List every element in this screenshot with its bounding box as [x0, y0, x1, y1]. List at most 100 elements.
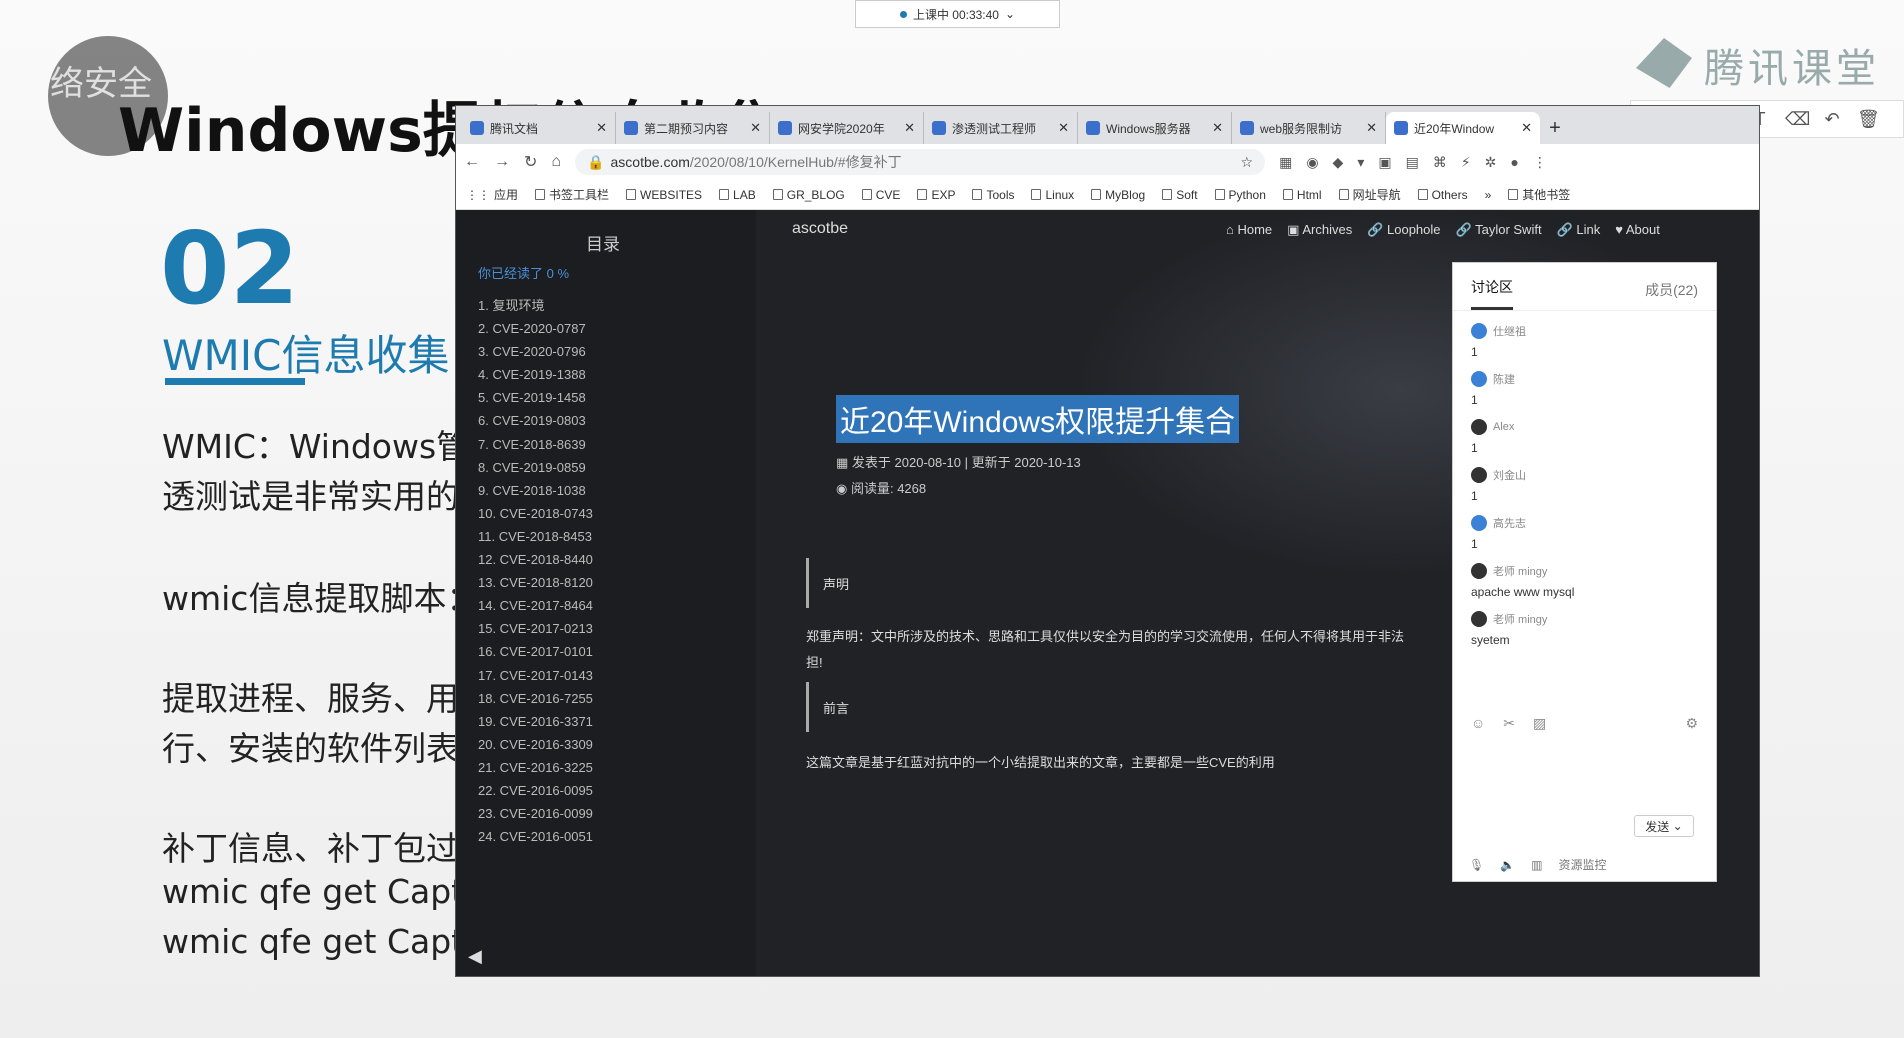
bookmark-other[interactable]: 其他书签 — [1508, 186, 1570, 203]
browser-tab[interactable]: 网安学院2020年 ✕ — [770, 112, 924, 144]
bookmark-item[interactable]: EXP — [917, 188, 955, 202]
toc-item[interactable]: 21. CVE-2016-3225 — [478, 756, 756, 779]
toc-item[interactable]: 1. 复现环境 — [478, 294, 756, 317]
toc-item[interactable]: 8. CVE-2019-0859 — [478, 456, 756, 479]
browser-tab[interactable]: 第二期预习内容 ✕ — [616, 112, 770, 144]
eraser-icon[interactable]: ⌫ — [1785, 109, 1810, 130]
close-icon[interactable]: ✕ — [1212, 120, 1223, 136]
toc-item[interactable]: 22. CVE-2016-0095 — [478, 779, 756, 802]
slide-line: WMIC：Windows管 — [162, 427, 470, 466]
new-tab-icon[interactable]: + — [1540, 112, 1570, 144]
bookmark-item[interactable]: Html — [1282, 188, 1322, 202]
class-status-bar[interactable]: 上课中 00:33:40 ⌄ — [855, 0, 1060, 28]
star-icon[interactable]: ☆ — [1241, 154, 1254, 171]
toc-item[interactable]: 13. CVE-2018-8120 — [478, 571, 756, 594]
speaker-icon[interactable]: 🔈 — [1500, 858, 1515, 872]
browser-tab[interactable]: 腾讯文档 ✕ — [462, 112, 616, 144]
bookmark-apps[interactable]: ⋮⋮ 应用 — [466, 186, 518, 203]
forward-icon[interactable]: → — [494, 153, 510, 171]
toc-item[interactable]: 5. CVE-2019-1458 — [478, 386, 756, 409]
tab-members[interactable]: 成员(22) — [1645, 280, 1698, 310]
bookmark-item[interactable]: 网址导航 — [1338, 186, 1401, 203]
undo-icon[interactable]: ↶ — [1821, 109, 1843, 130]
extension-icon[interactable]: ⌘ — [1433, 154, 1447, 171]
close-icon[interactable]: ✕ — [596, 120, 607, 136]
toc-item[interactable]: 17. CVE-2017-0143 — [478, 664, 756, 687]
toc-item[interactable]: 4. CVE-2019-1388 — [478, 363, 756, 386]
nav-taylor[interactable]: 🔗 Taylor Swift — [1456, 222, 1542, 238]
home-icon[interactable]: ⌂ — [551, 153, 561, 171]
browser-tab[interactable]: web服务限制访 ✕ — [1232, 112, 1386, 144]
extension-icon[interactable]: ● — [1510, 154, 1518, 171]
toc-item[interactable]: 14. CVE-2017-8464 — [478, 594, 756, 617]
address-bar[interactable]: 🔒 ascotbe.com /2020/08/10/KernelHub/#修复补… — [575, 149, 1266, 175]
bookmark-item[interactable]: 书签工具栏 — [535, 186, 609, 203]
nav-loophole[interactable]: 🔗 Loophole — [1367, 222, 1440, 238]
bookmark-item[interactable]: Soft — [1162, 188, 1198, 202]
nav-link[interactable]: 🔗 Link — [1557, 222, 1601, 238]
slide-line: wmic qfe get Capti — [162, 922, 474, 961]
back-icon[interactable]: ← — [464, 153, 480, 171]
emoji-icon[interactable]: ☺ — [1471, 715, 1485, 732]
reload-icon[interactable]: ↻ — [524, 152, 537, 172]
toc-item[interactable]: 10. CVE-2018-0743 — [478, 502, 756, 525]
tab-discussion[interactable]: 讨论区 — [1471, 277, 1513, 310]
toc-item[interactable]: 19. CVE-2016-3371 — [478, 710, 756, 733]
close-icon[interactable]: ✕ — [750, 120, 761, 136]
toc-item[interactable]: 12. CVE-2018-8440 — [478, 548, 756, 571]
extension-icon[interactable]: ✲ — [1485, 154, 1497, 171]
bookmark-item[interactable]: CVE — [861, 188, 900, 202]
resource-monitor[interactable]: 资源监控 — [1559, 856, 1607, 873]
bookmark-item[interactable]: MyBlog — [1091, 188, 1145, 202]
menu-icon[interactable]: ⋮ — [1533, 154, 1547, 171]
trash-icon[interactable]: 🗑 — [1857, 109, 1880, 130]
extension-icon[interactable]: ▣ — [1378, 154, 1391, 171]
image-icon[interactable]: ▨ — [1533, 715, 1546, 732]
scissors-icon[interactable]: ✂ — [1503, 715, 1515, 732]
toc-item[interactable]: 20. CVE-2016-3309 — [478, 733, 756, 756]
browser-tab-active[interactable]: 近20年Window ✕ — [1386, 112, 1540, 144]
browser-tab[interactable]: 渗透测试工程师 ✕ — [924, 112, 1078, 144]
nav-home[interactable]: ⌂ Home — [1226, 222, 1272, 238]
nav-archives[interactable]: ▣ Archives — [1287, 222, 1352, 238]
toc-item[interactable]: 2. CVE-2020-0787 — [478, 317, 756, 340]
intro-text: 这篇文章是基于红蓝对抗中的一个小结提取出来的文章，主要都是一些CVE的利用 — [806, 755, 1275, 770]
more-bookmarks-icon[interactable]: » — [1485, 188, 1492, 202]
blog-name[interactable]: ascotbe — [792, 220, 848, 238]
extensions-bar: ▦ ◉ ◆ ▾ ▣ ▤ ⌘ ⚡ ✲ ● ⋮ — [1279, 154, 1547, 171]
extension-icon[interactable]: ◆ — [1333, 154, 1344, 171]
toc-item[interactable]: 11. CVE-2018-8453 — [478, 525, 756, 548]
chat-username: 刘金山 — [1493, 470, 1526, 482]
bookmark-item[interactable]: GR_BLOG — [772, 188, 845, 202]
close-icon[interactable]: ✕ — [1521, 120, 1532, 136]
toc-item[interactable]: 18. CVE-2016-7255 — [478, 687, 756, 710]
toc-item[interactable]: 9. CVE-2018-1038 — [478, 479, 756, 502]
close-icon[interactable]: ✕ — [1058, 120, 1069, 136]
extension-icon[interactable]: ▤ — [1406, 154, 1419, 171]
bookmark-item[interactable]: Tools — [972, 188, 1014, 202]
bookmark-item[interactable]: WEBSITES — [626, 188, 702, 202]
bookmark-item[interactable]: Others — [1417, 188, 1468, 202]
bookmark-item[interactable]: Linux — [1031, 188, 1074, 202]
bookmark-item[interactable]: LAB — [719, 188, 756, 202]
toc-item[interactable]: 6. CVE-2019-0803 — [478, 409, 756, 432]
toc-item[interactable]: 24. CVE-2016-0051 — [478, 825, 756, 848]
toc-item[interactable]: 15. CVE-2017-0213 — [478, 617, 756, 640]
send-button[interactable]: 发送 ⌄ — [1634, 815, 1694, 837]
close-icon[interactable]: ✕ — [904, 120, 915, 136]
toc-item[interactable]: 23. CVE-2016-0099 — [478, 802, 756, 825]
toc-item[interactable]: 7. CVE-2018-8639 — [478, 433, 756, 456]
bookmark-item[interactable]: Python — [1214, 188, 1266, 202]
toc-item[interactable]: 3. CVE-2020-0796 — [478, 340, 756, 363]
browser-tab[interactable]: Windows服务器 ✕ — [1078, 112, 1232, 144]
toc-item[interactable]: 16. CVE-2017-0101 — [478, 640, 756, 663]
nav-about[interactable]: ♥ About — [1615, 222, 1660, 238]
settings-icon[interactable]: ⚙ — [1685, 715, 1698, 732]
extension-icon[interactable]: ◉ — [1306, 154, 1318, 171]
mic-icon[interactable]: 🎙 — [1469, 858, 1484, 872]
extension-icon[interactable]: ▾ — [1357, 154, 1364, 171]
close-icon[interactable]: ✕ — [1366, 120, 1377, 136]
extension-icon[interactable]: ▦ — [1279, 154, 1292, 171]
extension-icon[interactable]: ⚡ — [1461, 154, 1471, 171]
back-arrow-icon[interactable]: ◀ — [468, 946, 482, 967]
